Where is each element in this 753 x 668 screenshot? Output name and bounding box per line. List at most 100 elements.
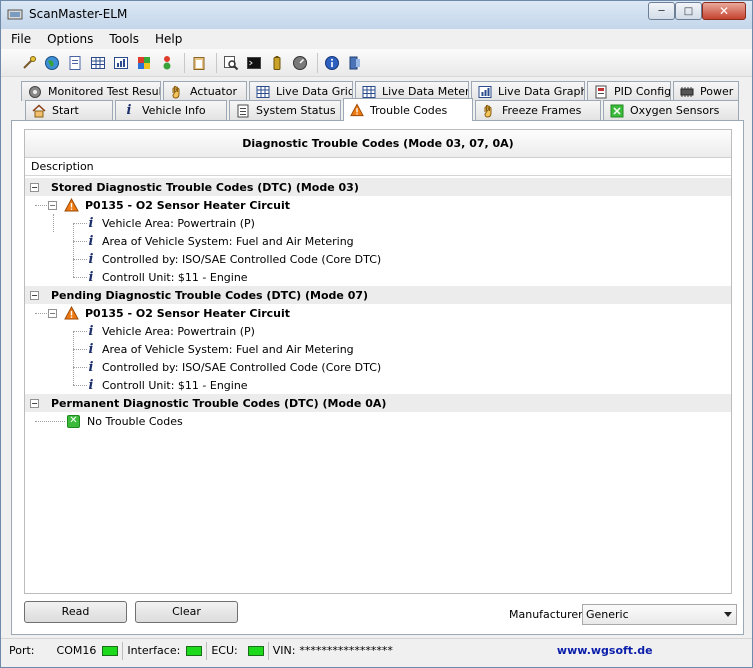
info-icon: i xyxy=(88,269,94,285)
tree-item-detail[interactable]: i Area of Vehicle System: Fuel and Air M… xyxy=(25,223,731,250)
detail-label: Controll Unit: $11 - Engine xyxy=(102,378,248,392)
tab-label: System Status xyxy=(256,104,336,117)
tab-pid-config[interactable]: PID Config xyxy=(587,81,671,101)
tree-item-detail[interactable]: i Controll Unit: $11 - Engine xyxy=(25,367,731,394)
tab-label: Actuator xyxy=(190,85,237,98)
tree-item-code[interactable]: − P0135 - O2 Sensor Heater Circuit xyxy=(25,304,731,322)
group-label: Stored Diagnostic Trouble Codes (DTC) (M… xyxy=(51,180,359,194)
info-icon: i xyxy=(88,341,94,357)
globe-icon[interactable] xyxy=(42,53,61,72)
status-bar: Port: COM16 Interface: ECU: VIN: *******… xyxy=(1,638,752,662)
tree-group-pending[interactable]: − Pending Diagnostic Trouble Codes (DTC)… xyxy=(25,286,731,304)
interface-led-icon xyxy=(186,645,203,656)
gear-icon xyxy=(28,85,42,99)
collapse-icon[interactable]: − xyxy=(30,398,39,408)
tree-item-code[interactable]: − P0135 - O2 Sensor Heater Circuit xyxy=(25,196,731,214)
menu-tools[interactable]: Tools xyxy=(103,32,145,46)
search-icon[interactable] xyxy=(221,53,240,72)
tree-item-detail[interactable]: i Controlled by: ISO/SAE Controlled Code… xyxy=(25,241,731,268)
tree-item-detail[interactable]: i Vehicle Area: Powertrain (P) xyxy=(25,214,731,232)
minimize-button[interactable]: ─ xyxy=(648,2,675,20)
info-icon: i xyxy=(88,359,94,375)
info-icon: i xyxy=(88,377,94,393)
menu-options[interactable]: Options xyxy=(41,32,99,46)
info-icon: i xyxy=(88,251,94,267)
hand-icon xyxy=(482,104,496,118)
tab-freeze-frames[interactable]: Freeze Frames xyxy=(475,100,601,120)
tab-label: Vehicle Info xyxy=(142,104,206,117)
detail-label: Controlled by: ISO/SAE Controlled Code (… xyxy=(102,360,382,374)
exit-icon[interactable] xyxy=(345,53,364,72)
menu-help[interactable]: Help xyxy=(149,32,188,46)
tree-item-detail[interactable]: i Vehicle Area: Powertrain (P) xyxy=(25,322,731,340)
tab-start[interactable]: Start xyxy=(25,100,113,120)
tab-power[interactable]: Power xyxy=(673,81,739,101)
toolbar-separator xyxy=(184,52,185,73)
detail-label: Vehicle Area: Powertrain (P) xyxy=(102,324,255,338)
ecu-led-icon xyxy=(247,645,264,656)
tab-live-data-grid[interactable]: Live Data Grid xyxy=(249,81,353,101)
tab-monitored-test-results[interactable]: Monitored Test Results xyxy=(21,81,161,101)
tree-group-stored[interactable]: − Stored Diagnostic Trouble Codes (DTC) … xyxy=(25,178,731,196)
collapse-icon[interactable]: − xyxy=(48,308,57,318)
info-icon: i xyxy=(126,103,132,118)
tab-oxygen-sensors[interactable]: Oxygen Sensors xyxy=(603,100,739,120)
clipboard-icon[interactable] xyxy=(189,53,208,72)
info-icon[interactable] xyxy=(322,53,341,72)
detail-label: Vehicle Area: Powertrain (P) xyxy=(102,216,255,230)
list-title: Diagnostic Trouble Codes (Mode 03, 07, 0… xyxy=(25,130,731,158)
toolbar xyxy=(1,49,752,77)
collapse-icon[interactable]: − xyxy=(30,290,39,300)
tab-label: Start xyxy=(52,104,79,117)
tab-live-data-graph[interactable]: Live Data Graph xyxy=(471,81,585,101)
home-icon xyxy=(32,103,46,118)
tab-vehicle-info[interactable]: i Vehicle Info xyxy=(115,100,227,120)
close-button[interactable]: ✕ xyxy=(702,2,746,20)
tab-actuator[interactable]: Actuator xyxy=(163,81,247,101)
connect-icon[interactable] xyxy=(19,53,38,72)
grid-icon[interactable] xyxy=(88,53,107,72)
grid-icon xyxy=(256,85,270,99)
warning-icon xyxy=(64,306,79,320)
flag-icon[interactable] xyxy=(134,53,153,72)
collapse-icon[interactable]: − xyxy=(48,200,57,210)
website-link[interactable]: www.wgsoft.de xyxy=(557,644,653,657)
manufacturer-label: Manufacturer xyxy=(509,608,583,621)
document-icon[interactable] xyxy=(65,53,84,72)
tree-item-detail[interactable]: i Controlled by: ISO/SAE Controlled Code… xyxy=(25,349,731,376)
battery-icon[interactable] xyxy=(267,53,286,72)
tab-system-status[interactable]: System Status xyxy=(229,100,341,120)
tree-item-detail[interactable]: i Area of Vehicle System: Fuel and Air M… xyxy=(25,331,731,358)
dtc-list[interactable]: Diagnostic Trouble Codes (Mode 03, 07, 0… xyxy=(24,129,732,594)
clear-button[interactable]: Clear xyxy=(135,601,238,623)
tab-trouble-codes[interactable]: Trouble Codes xyxy=(343,98,473,121)
pid-icon xyxy=(594,85,608,99)
chevron-down-icon xyxy=(724,612,732,617)
status-icon xyxy=(236,104,250,118)
tree-item-none[interactable]: ✕ No Trouble Codes xyxy=(25,412,731,430)
check-icon: ✕ xyxy=(67,414,80,428)
terminal-icon[interactable] xyxy=(244,53,263,72)
trouble-codes-panel: Diagnostic Trouble Codes (Mode 03, 07, 0… xyxy=(11,120,744,635)
menu-file[interactable]: File xyxy=(5,32,37,46)
traffic-light-icon[interactable] xyxy=(157,53,176,72)
no-codes-label: No Trouble Codes xyxy=(87,414,183,428)
info-icon: i xyxy=(88,233,94,249)
gauge-icon[interactable] xyxy=(290,53,309,72)
window-title: ScanMaster-ELM xyxy=(29,7,128,21)
tab-label: Freeze Frames xyxy=(502,104,582,117)
read-button[interactable]: Read xyxy=(24,601,127,623)
detail-label: Controll Unit: $11 - Engine xyxy=(102,270,248,284)
warning-icon xyxy=(64,198,79,212)
interface-label: Interface: xyxy=(127,644,181,657)
detail-label: Controlled by: ISO/SAE Controlled Code (… xyxy=(102,252,382,266)
maximize-button[interactable]: □ xyxy=(675,2,702,20)
column-header-description[interactable]: Description xyxy=(25,158,731,176)
vin-value: ***************** xyxy=(299,644,393,657)
chart-icon[interactable] xyxy=(111,53,130,72)
tree-group-permanent[interactable]: − Permanent Diagnostic Trouble Codes (DT… xyxy=(25,394,731,412)
tree-item-detail[interactable]: i Controll Unit: $11 - Engine xyxy=(25,259,731,286)
collapse-icon[interactable]: − xyxy=(30,182,39,192)
manufacturer-select[interactable]: Generic xyxy=(582,604,737,625)
tab-strip: Monitored Test Results Actuator Live Dat… xyxy=(11,81,744,121)
